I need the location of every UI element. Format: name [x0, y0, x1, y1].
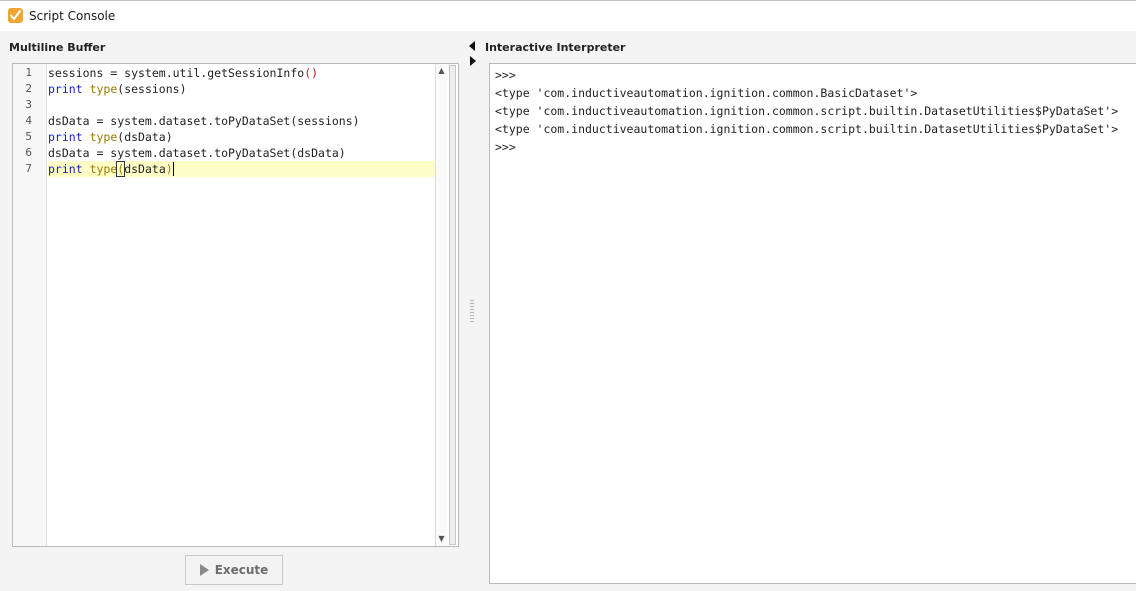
code-editor[interactable]: 1 2 3 4 5 6 7 sessions = system.util.get…: [12, 63, 459, 547]
code-line[interactable]: print type(dsData): [48, 161, 435, 177]
code-line[interactable]: dsData = system.dataset.toPyDataSet(sess…: [48, 113, 435, 129]
code-line[interactable]: [48, 97, 435, 113]
line-number: 3: [25, 98, 32, 111]
interactive-interpreter-header: Interactive Interpreter: [485, 41, 626, 54]
title-bar: Script Console: [0, 0, 1136, 31]
line-number: 1: [25, 66, 32, 79]
output-line: <type 'com.inductiveautomation.ignition.…: [495, 104, 1119, 118]
output-line: >>>: [495, 140, 516, 154]
line-number-gutter: 1 2 3 4 5 6 7: [13, 64, 47, 546]
collapse-right-arrow-icon[interactable]: [470, 56, 476, 66]
splitter-grip-icon[interactable]: [470, 300, 474, 324]
line-number: 2: [25, 82, 32, 95]
code-line[interactable]: sessions = system.util.getSessionInfo(): [48, 65, 435, 81]
line-number: 7: [25, 162, 32, 175]
execute-button[interactable]: Execute: [185, 555, 283, 585]
line-number: 5: [25, 130, 32, 143]
scrollbar-thumb[interactable]: [449, 65, 456, 545]
code-line[interactable]: dsData = system.dataset.toPyDataSet(dsDa…: [48, 145, 435, 161]
outer-scrollbar[interactable]: [447, 65, 457, 545]
text-caret: [172, 162, 174, 176]
editor-scrollbar[interactable]: ▲ ▼: [435, 64, 447, 546]
line-number: 4: [25, 114, 32, 127]
interpreter-output[interactable]: >>> <type 'com.inductiveautomation.ignit…: [489, 63, 1136, 584]
scroll-up-icon[interactable]: ▲: [436, 65, 447, 77]
output-line: >>>: [495, 68, 516, 82]
multiline-buffer-header: Multiline Buffer: [9, 41, 106, 54]
execute-label: Execute: [214, 563, 269, 577]
play-icon: [199, 564, 209, 576]
script-console-icon: [8, 8, 23, 23]
line-number: 6: [25, 146, 32, 159]
window-title: Script Console: [29, 9, 116, 23]
output-line: <type 'com.inductiveautomation.ignition.…: [495, 122, 1119, 136]
scroll-down-icon[interactable]: ▼: [436, 533, 447, 545]
code-line[interactable]: print type(sessions): [48, 81, 435, 97]
code-text-area[interactable]: sessions = system.util.getSessionInfo() …: [47, 64, 435, 546]
code-line[interactable]: print type(dsData): [48, 129, 435, 145]
output-line: <type 'com.inductiveautomation.ignition.…: [495, 86, 918, 100]
collapse-left-arrow-icon[interactable]: [469, 41, 475, 51]
